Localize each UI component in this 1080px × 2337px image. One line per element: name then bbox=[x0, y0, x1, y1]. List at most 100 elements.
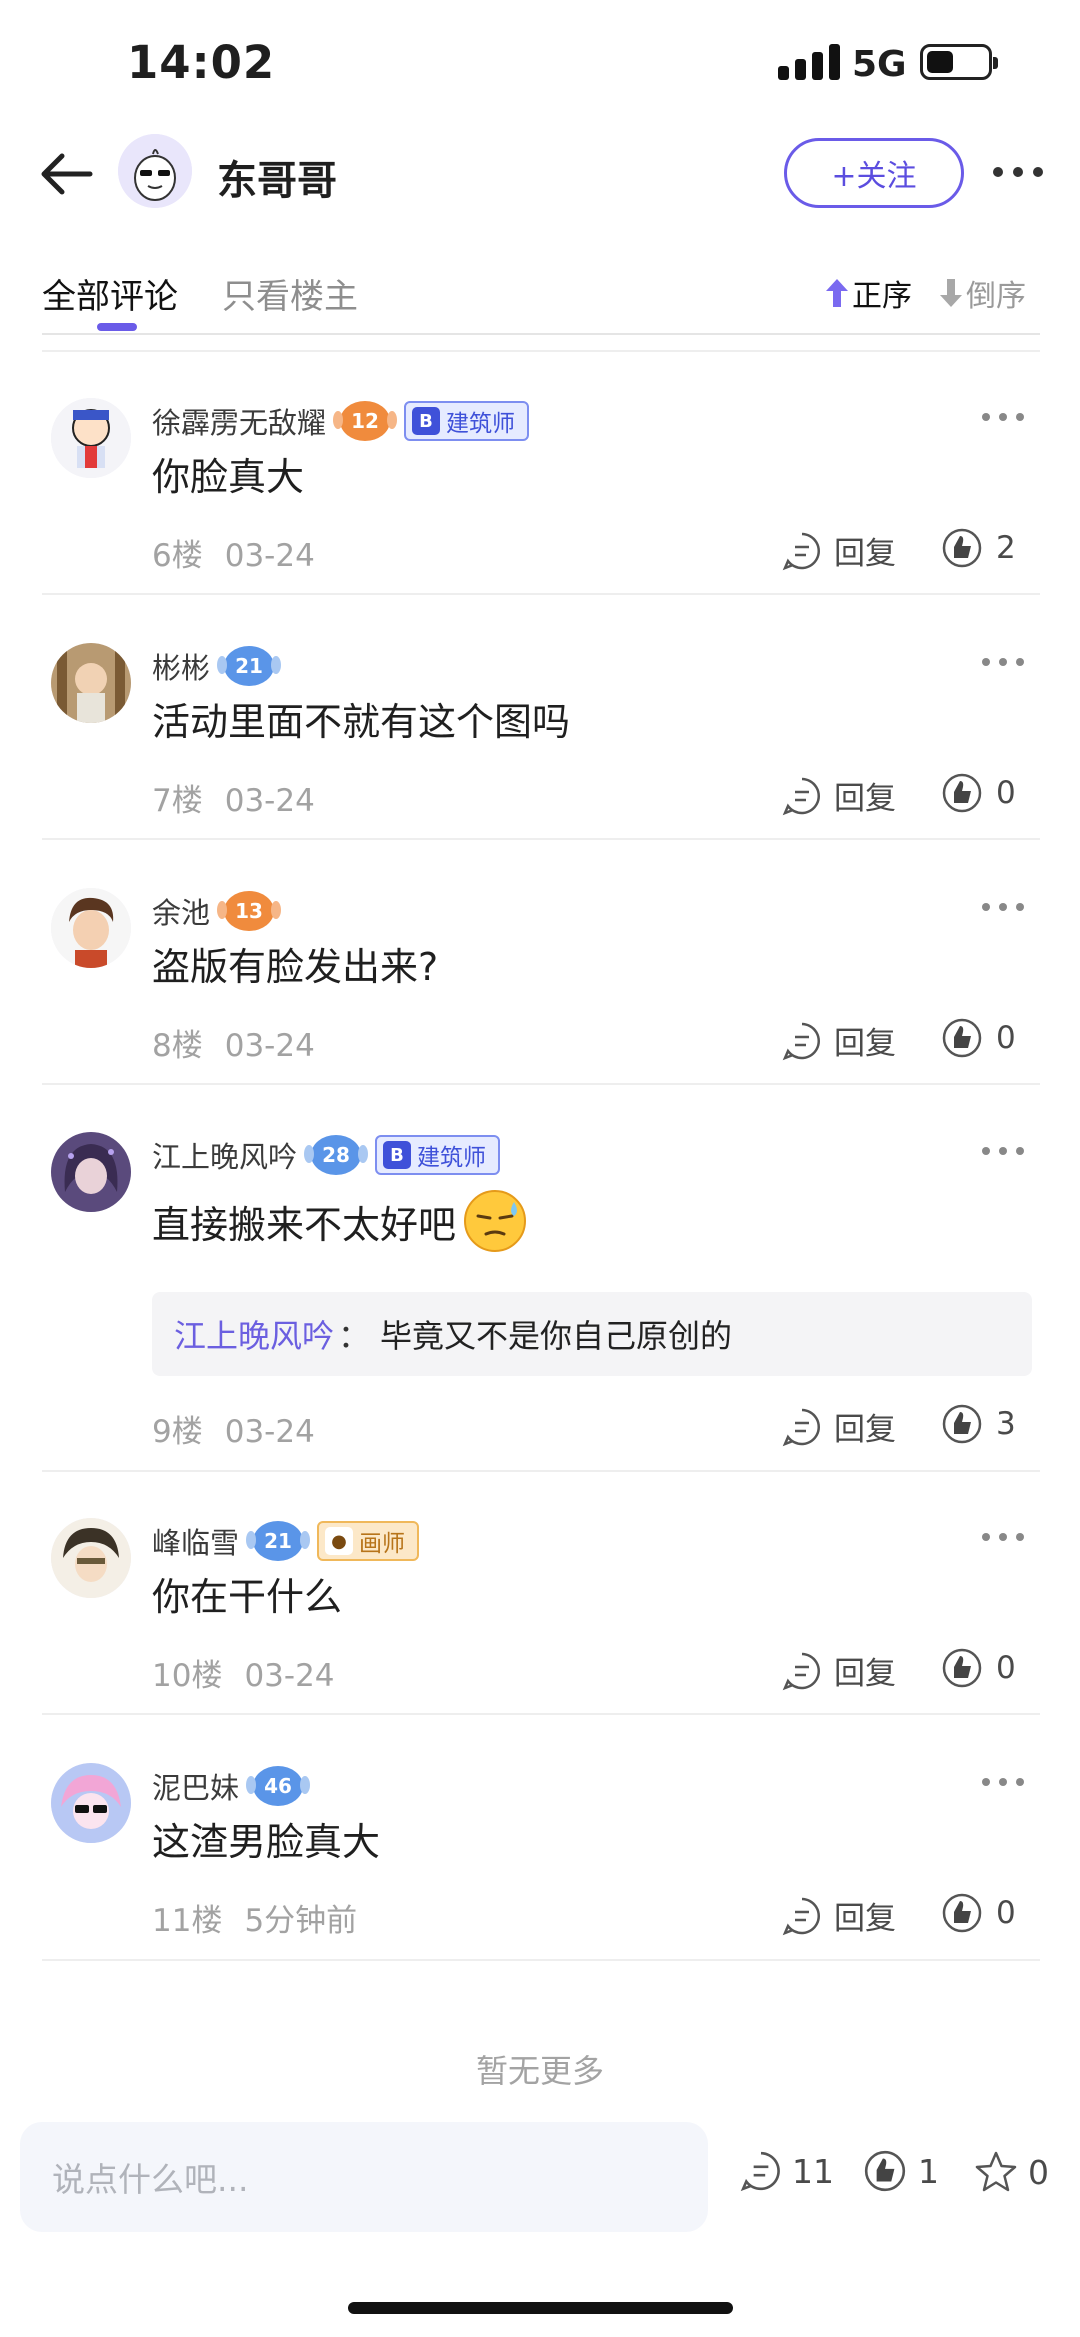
signal-icon bbox=[778, 44, 840, 80]
comment-more-icon[interactable] bbox=[978, 647, 1028, 677]
comment-text: 盗版有脸发出来? bbox=[152, 945, 439, 989]
star-icon bbox=[975, 2151, 1017, 2192]
author-avatar[interactable] bbox=[118, 134, 192, 208]
like-button[interactable]: 0 bbox=[940, 1648, 1016, 1688]
thumbs-up-icon bbox=[942, 1404, 982, 1444]
level-badge: 12 bbox=[333, 401, 398, 441]
sort-ascending-label: 正序 bbox=[852, 279, 912, 314]
reply-button[interactable]: 回复 bbox=[782, 1404, 896, 1449]
reply-icon bbox=[782, 1652, 820, 1690]
tab-all-comments[interactable]: 全部评论 bbox=[42, 269, 178, 318]
avatar[interactable] bbox=[51, 1763, 131, 1843]
post-header: 东哥哥 +关注 bbox=[0, 120, 1080, 230]
level-badge: 21 bbox=[246, 1521, 311, 1561]
like-button[interactable]: 0 bbox=[940, 1018, 1016, 1058]
reply-icon bbox=[782, 1897, 820, 1935]
reply-button[interactable]: 回复 bbox=[782, 773, 896, 818]
comment-more-icon[interactable] bbox=[978, 1136, 1028, 1166]
sort-descending-button[interactable]: 倒序 bbox=[936, 271, 1026, 315]
comment-username[interactable]: 彬彬 bbox=[152, 645, 210, 687]
follow-button[interactable]: +关注 bbox=[784, 138, 964, 208]
comment-tabs: 全部评论 只看楼主 正序 倒序 bbox=[0, 255, 1080, 335]
building-icon: B bbox=[383, 1141, 412, 1169]
thumbs-up-icon bbox=[942, 528, 982, 568]
comment-meta: 11楼 5分钟前 bbox=[152, 1903, 358, 1939]
comment-username[interactable]: 江上晚风吟 bbox=[152, 1134, 297, 1176]
comment-text: 这渣男脸真大 bbox=[152, 1820, 381, 1864]
arrow-down-icon bbox=[940, 279, 962, 307]
comment-meta: 6楼 03-24 bbox=[152, 538, 315, 574]
home-indicator bbox=[348, 2302, 733, 2314]
reply-button[interactable]: 回复 bbox=[782, 1648, 896, 1693]
comment-username[interactable]: 泥巴妹 bbox=[152, 1765, 239, 1807]
reply-button[interactable]: 回复 bbox=[782, 1893, 896, 1938]
reply-icon bbox=[782, 777, 820, 815]
no-more-label: 暂无更多 bbox=[475, 2052, 604, 2090]
comment-text: 直接搬来不太好吧 bbox=[152, 1188, 528, 1254]
comment-divider bbox=[42, 1083, 1040, 1085]
thumbs-up-icon bbox=[942, 1018, 982, 1058]
like-button[interactable]: 0 bbox=[940, 1893, 1016, 1933]
title-badge: ● 画师 bbox=[317, 1521, 420, 1561]
title-badge: B 建筑师 bbox=[404, 401, 530, 441]
title-badge-label: 建筑师 bbox=[446, 411, 516, 437]
comment-count-button[interactable]: 11 bbox=[740, 2150, 834, 2192]
avatar[interactable] bbox=[51, 1518, 131, 1598]
building-icon: B bbox=[412, 407, 441, 435]
arrow-up-icon bbox=[826, 279, 848, 307]
title-badge-label: 画师 bbox=[359, 1531, 406, 1557]
reply-button[interactable]: 回复 bbox=[782, 1018, 896, 1063]
sort-ascending-button[interactable]: 正序 bbox=[822, 271, 912, 315]
comment-more-icon[interactable] bbox=[978, 892, 1028, 922]
tab-owner-only[interactable]: 只看楼主 bbox=[222, 269, 358, 318]
comment-username[interactable]: 徐霹雳无敌耀 bbox=[152, 400, 326, 442]
avatar[interactable] bbox=[51, 643, 131, 723]
title-badge-label: 建筑师 bbox=[417, 1145, 487, 1171]
tabs-divider bbox=[42, 333, 1040, 335]
sub-reply-separator: ： bbox=[338, 1317, 371, 1355]
level-badge: 28 bbox=[304, 1135, 369, 1175]
comment-more-icon[interactable] bbox=[978, 402, 1028, 432]
active-tab-indicator bbox=[97, 323, 137, 331]
thumbs-up-icon bbox=[942, 773, 982, 813]
avatar[interactable] bbox=[51, 888, 131, 968]
comment-meta: 9楼 03-24 bbox=[152, 1414, 315, 1450]
avatar[interactable] bbox=[51, 398, 131, 478]
comment-divider bbox=[42, 1713, 1040, 1715]
post-like-button[interactable]: 1 bbox=[862, 2150, 939, 2192]
palette-icon: ● bbox=[325, 1527, 354, 1555]
more-options-icon[interactable] bbox=[990, 152, 1046, 192]
author-name[interactable]: 东哥哥 bbox=[217, 148, 337, 206]
avatar[interactable] bbox=[51, 1132, 131, 1212]
like-button[interactable]: 0 bbox=[940, 773, 1016, 813]
comment-more-icon[interactable] bbox=[978, 1767, 1028, 1797]
sort-descending-label: 倒序 bbox=[966, 279, 1026, 314]
comment-input[interactable]: 说点什么吧... bbox=[20, 2122, 708, 2232]
level-badge: 21 bbox=[217, 646, 282, 686]
thumbs-up-icon bbox=[942, 1648, 982, 1688]
reply-icon bbox=[782, 1022, 820, 1060]
reply-button[interactable]: 回复 bbox=[782, 528, 896, 573]
level-badge: 46 bbox=[246, 1766, 311, 1806]
network-label: 5G bbox=[852, 44, 907, 85]
comment-more-icon[interactable] bbox=[978, 1522, 1028, 1552]
back-arrow-icon[interactable] bbox=[36, 144, 96, 204]
comment-divider bbox=[42, 1959, 1040, 1961]
sub-reply[interactable]: 江上晚风吟 ： 毕竟又不是你自己原创的 bbox=[152, 1292, 1032, 1376]
comment-text: 你脸真大 bbox=[152, 455, 305, 499]
comment-username[interactable]: 峰临雪 bbox=[152, 1520, 239, 1562]
reply-icon bbox=[782, 1408, 820, 1446]
comment-username[interactable]: 余池 bbox=[152, 890, 210, 932]
thumbs-up-icon bbox=[864, 2150, 906, 2192]
comment-meta: 10楼 03-24 bbox=[152, 1658, 335, 1694]
like-button[interactable]: 2 bbox=[940, 528, 1016, 568]
comment-icon bbox=[740, 2151, 780, 2192]
comment-meta: 7楼 03-24 bbox=[152, 783, 315, 819]
sub-reply-username[interactable]: 江上晚风吟 bbox=[174, 1311, 334, 1357]
favorite-button[interactable]: 0 bbox=[974, 2150, 1049, 2194]
title-badge: B 建筑师 bbox=[375, 1135, 501, 1175]
like-button[interactable]: 3 bbox=[940, 1404, 1016, 1444]
reply-icon bbox=[782, 532, 820, 570]
comment-text: 活动里面不就有这个图吗 bbox=[152, 700, 571, 744]
comment-divider bbox=[42, 838, 1040, 840]
